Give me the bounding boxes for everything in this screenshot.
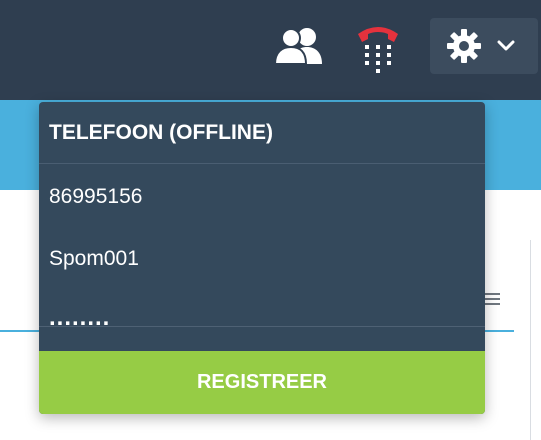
dropdown-title: TELEFOON (OFFLINE): [39, 102, 485, 164]
phone-dropdown: TELEFOON (OFFLINE) 86995156 Spom001 ....…: [39, 102, 485, 414]
chevron-down-icon: [494, 34, 518, 58]
settings-button[interactable]: [430, 18, 538, 74]
register-button[interactable]: REGISTREER: [39, 351, 485, 414]
password-field[interactable]: ........: [49, 304, 469, 332]
panel-divider: [530, 240, 531, 440]
top-bar: [0, 0, 541, 100]
username-value: Spom001: [49, 247, 139, 270]
password-underline: [39, 326, 485, 327]
phone-icon[interactable]: [352, 22, 404, 76]
phone-number-value: 86995156: [49, 185, 143, 208]
gear-icon: [446, 28, 482, 64]
contacts-icon[interactable]: [270, 26, 330, 66]
